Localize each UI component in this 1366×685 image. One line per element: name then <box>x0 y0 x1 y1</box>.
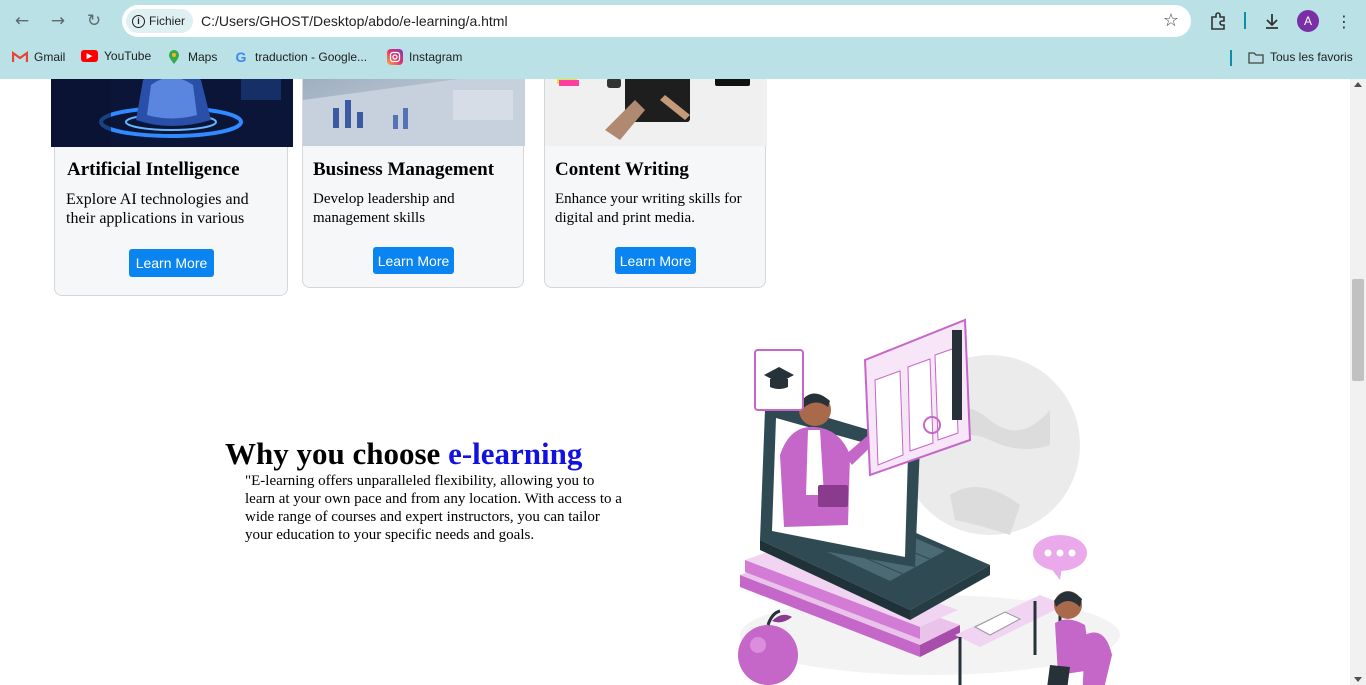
learn-more-button[interactable]: Learn More <box>129 249 214 277</box>
page-viewport: Artificial Intelligence Explore AI techn… <box>0 79 1350 685</box>
page-scrollbar[interactable] <box>1350 79 1366 685</box>
card-description: Enhance your writing skills for digital … <box>555 191 742 226</box>
bookmark-gmail[interactable]: Gmail <box>12 49 65 65</box>
bookmark-instagram[interactable]: Instagram <box>387 49 462 65</box>
bookmark-maps[interactable]: Maps <box>166 49 217 65</box>
bookmark-label: YouTube <box>104 49 152 63</box>
extensions-icon[interactable] <box>1206 9 1230 33</box>
back-icon[interactable]: ← <box>9 8 35 34</box>
bookmark-translate[interactable]: G traduction - Google... <box>233 49 368 65</box>
browser-toolbar: ← → ↻ i Fichier C:/Users/GHOST/Desktop/a… <box>0 0 1366 79</box>
site-chip-label: Fichier <box>149 14 186 28</box>
bookmark-label: traduction - Google... <box>255 50 368 64</box>
learn-more-button[interactable]: Learn More <box>615 247 696 274</box>
card-title: Business Management <box>313 159 495 180</box>
card-title: Content Writing <box>555 159 689 180</box>
bookmark-label: Tous les favoris <box>1270 50 1353 64</box>
gmail-icon <box>12 49 28 65</box>
why-heading: Why you choose e-learning <box>225 436 582 472</box>
folder-icon <box>1248 49 1264 65</box>
card-description: Develop leadership and management skills <box>313 191 455 226</box>
card-title: Artificial Intelligence <box>67 159 240 180</box>
youtube-icon: ▶ <box>81 50 98 62</box>
google-icon: G <box>235 49 247 65</box>
bookmarks-bar: Gmail ▶ YouTube Maps G traduction - Goog… <box>0 46 1366 70</box>
all-bookmarks[interactable]: Tous les favoris <box>1248 49 1353 65</box>
course-card-business: Business Management Develop leadership a… <box>302 79 525 288</box>
bookmarks-divider <box>1230 50 1232 66</box>
instagram-icon <box>387 49 403 65</box>
writing-card-image <box>545 79 767 146</box>
e-learning-illustration <box>720 305 1120 685</box>
profile-avatar[interactable]: A <box>1297 10 1319 32</box>
ai-card-image <box>51 79 293 147</box>
bookmark-label: Gmail <box>34 50 66 64</box>
course-card-writing: Content Writing Enhance your writing ski… <box>544 79 767 288</box>
scroll-thumb[interactable] <box>1352 279 1364 381</box>
bookmark-youtube[interactable]: ▶ YouTube <box>81 49 151 63</box>
reload-icon[interactable]: ↻ <box>81 8 107 34</box>
card-description: Explore AI technologies and their applic… <box>66 191 249 227</box>
business-card-image <box>303 79 525 146</box>
toolbar-divider <box>1244 12 1246 29</box>
menu-icon[interactable]: ⋮ <box>1332 9 1356 33</box>
bookmark-label: Instagram <box>409 50 463 64</box>
course-card-ai: Artificial Intelligence Explore AI techn… <box>51 79 293 296</box>
url-text[interactable]: C:/Users/GHOST/Desktop/abdo/e-learning/a… <box>201 13 508 29</box>
address-bar[interactable]: i Fichier C:/Users/GHOST/Desktop/abdo/e-… <box>122 5 1191 37</box>
scroll-down-icon[interactable] <box>1354 677 1362 682</box>
learn-more-button[interactable]: Learn More <box>373 247 454 274</box>
maps-icon <box>166 49 182 65</box>
bookmark-star-icon[interactable]: ☆ <box>1163 10 1179 31</box>
why-paragraph: "E-learning offers unparalleled flexibil… <box>245 473 622 543</box>
forward-icon[interactable]: → <box>45 8 71 34</box>
scroll-up-icon[interactable] <box>1354 82 1362 87</box>
info-icon: i <box>132 14 145 28</box>
site-info-chip[interactable]: i Fichier <box>126 9 194 33</box>
bookmark-label: Maps <box>188 50 218 64</box>
why-heading-accent: e-learning <box>448 436 583 471</box>
why-heading-prefix: Why you choose <box>225 436 449 471</box>
download-icon[interactable] <box>1260 9 1284 33</box>
